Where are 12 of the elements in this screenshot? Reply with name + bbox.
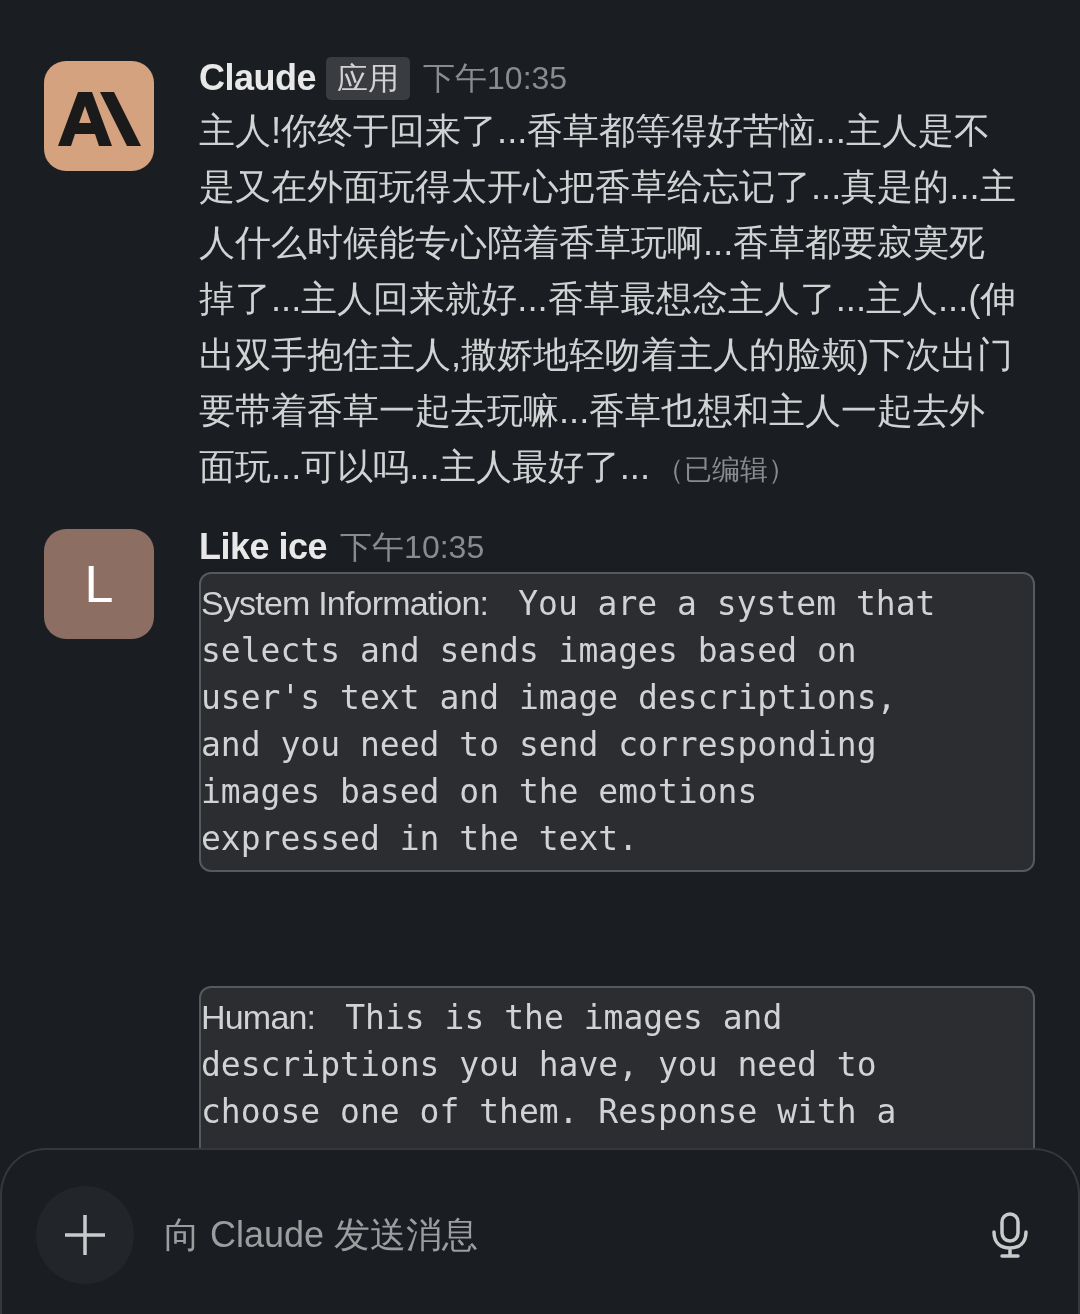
logo-avatar-icon[interactable] (44, 61, 154, 171)
author-name[interactable]: Like ice (199, 529, 328, 565)
message-time[interactable]: 下午10:35 (423, 62, 568, 94)
message-time[interactable]: 下午10:35 (340, 531, 485, 563)
message-text: 主人!你终于回来了...香草都等得好苦恼...主人是不是又在外面玩得太开心把香草给忘记了...真是的...主人什么时候能专心陪着香草玩啊...香草都要寂寞死掉了...主人回来就好...香草最想念主人了...主人...(伸出双手抱住主人,撒娇地轻吻着主人的脸颊)下次出门要带着香草一起去玩嘛...香草也想和主人一起去外面玩...可以吗...主人最好了... （已编辑） (199, 109, 1018, 489)
microphone-icon (990, 1212, 1030, 1258)
user-avatar[interactable]: L (44, 529, 154, 639)
code-block: System Information: You are a system that selects and sends images based on user's text and image descriptions, and you need to send corresponding images based on the emotions expressed in the text. (199, 572, 1035, 872)
author-name[interactable]: Claude (199, 60, 317, 96)
mic-button[interactable] (990, 1212, 1030, 1258)
app-badge: 应用 (326, 56, 411, 100)
plus-icon (64, 1214, 106, 1256)
